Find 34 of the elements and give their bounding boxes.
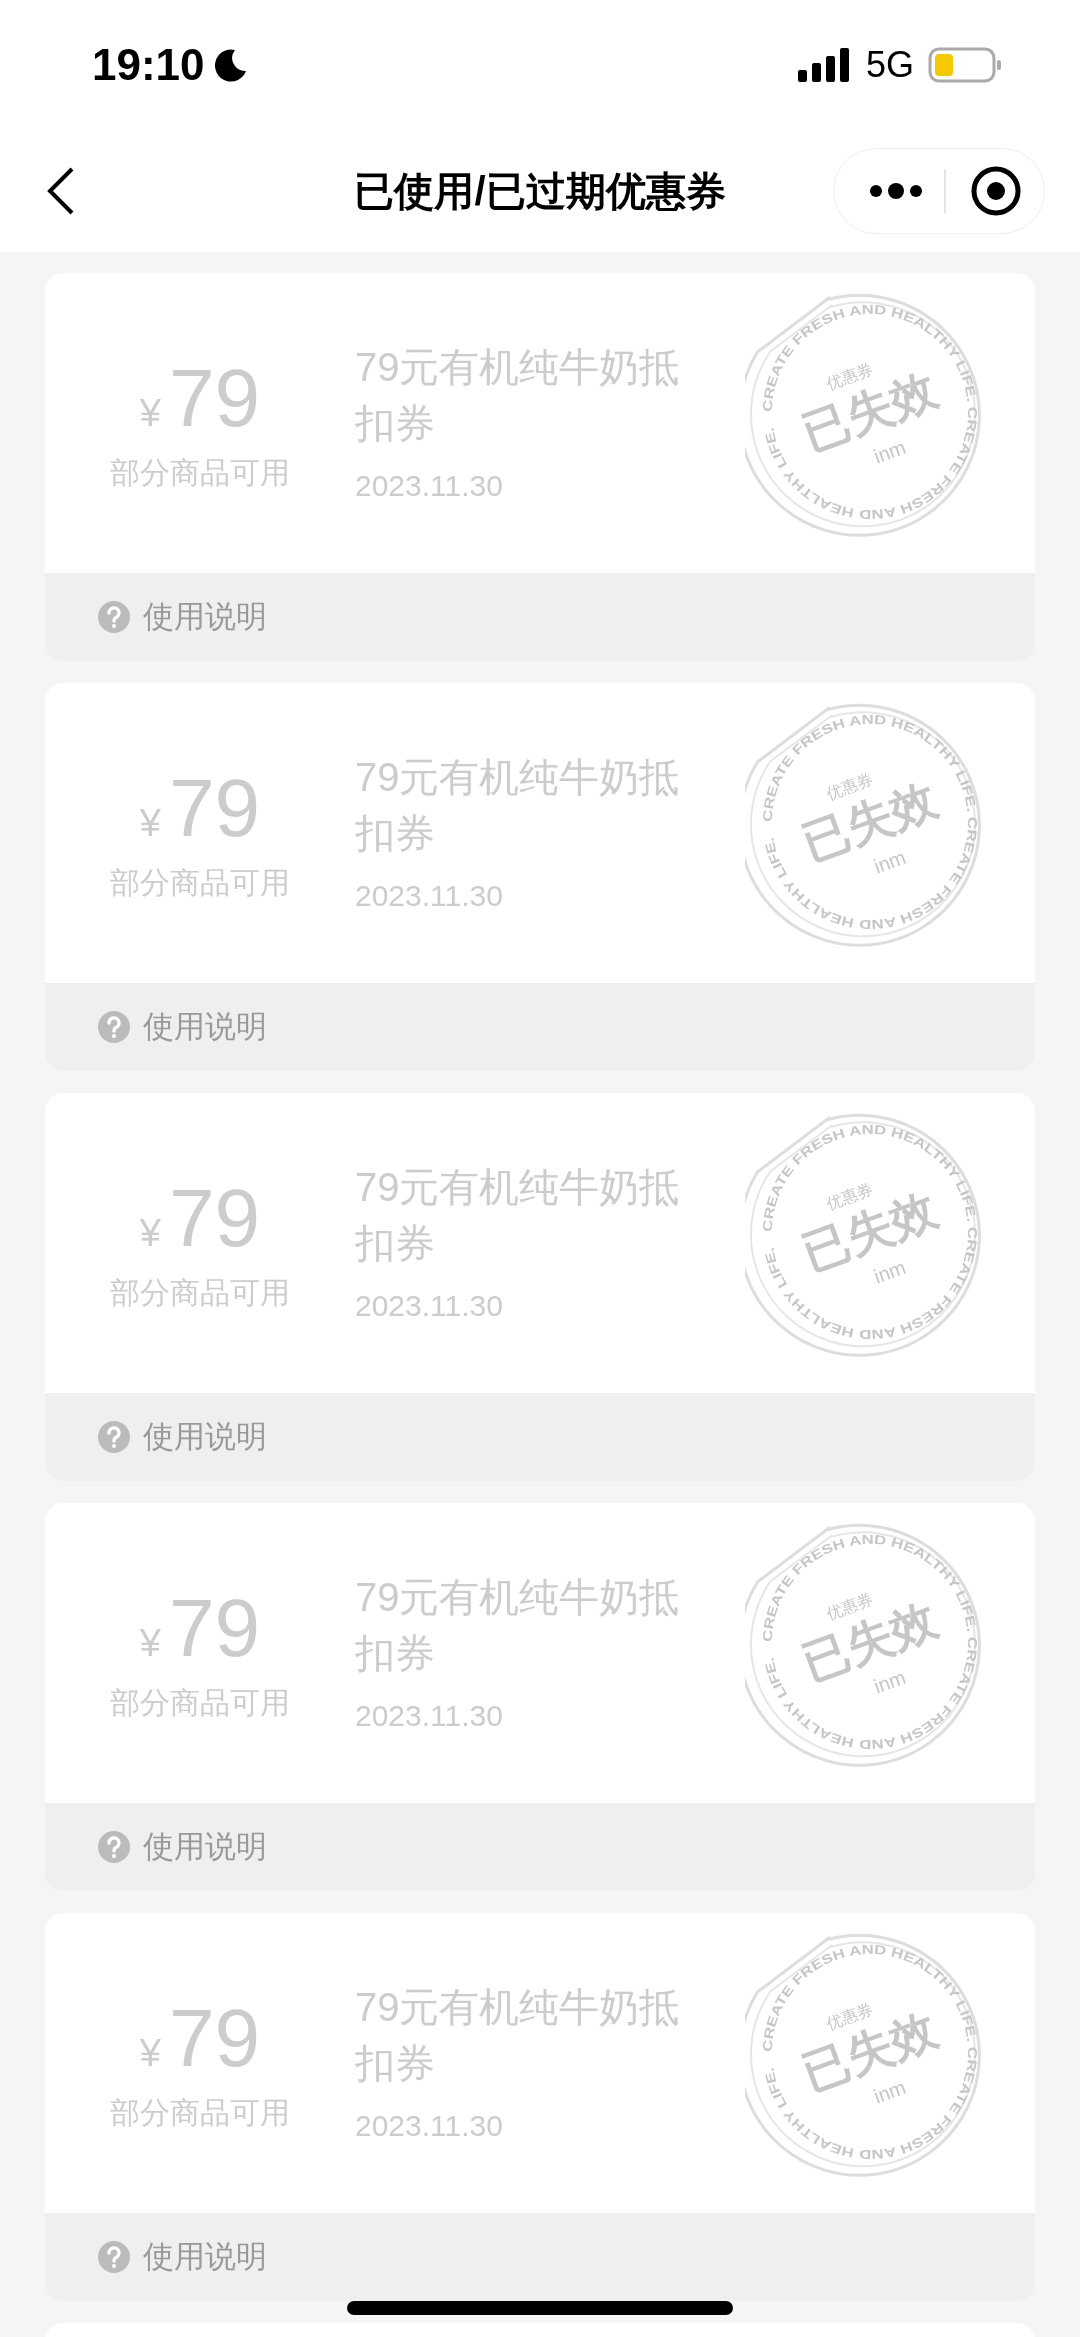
network-type: 5G <box>865 43 914 87</box>
currency-symbol: ¥ <box>139 1621 161 1666</box>
usage-footer[interactable]: 使用说明 <box>45 573 1035 661</box>
status-time: 19:10 <box>92 39 205 91</box>
back-icon[interactable] <box>46 166 76 216</box>
usage-instructions: 使用说明 <box>143 2237 267 2276</box>
help-icon <box>97 1010 131 1044</box>
close-target-icon[interactable] <box>970 165 1022 217</box>
usage-instructions: 使用说明 <box>143 597 267 636</box>
currency-symbol: ¥ <box>139 1211 161 1256</box>
help-icon <box>97 600 131 634</box>
signal-icon <box>797 48 852 82</box>
usage-footer[interactable]: 使用说明 <box>45 2213 1035 2301</box>
stamp-brand: inm <box>870 845 909 878</box>
usage-instructions: 使用说明 <box>143 1417 267 1456</box>
help-icon <box>97 1420 131 1454</box>
page-title: 已使用/已过期优惠券 <box>354 168 726 215</box>
stamp-brand: inm <box>870 435 909 468</box>
usage-footer[interactable]: 使用说明 <box>45 1393 1035 1481</box>
usage-instructions: 使用说明 <box>143 1827 267 1866</box>
more-icon[interactable] <box>868 181 924 201</box>
usage-footer[interactable]: 使用说明 <box>45 983 1035 1071</box>
moon-icon <box>212 47 249 83</box>
usage-footer[interactable]: 使用说明 <box>45 1803 1035 1891</box>
stamp-brand: inm <box>870 2075 909 2108</box>
currency-symbol: ¥ <box>139 391 161 436</box>
usage-instructions: 使用说明 <box>143 1007 267 1046</box>
battery-icon <box>928 47 1002 83</box>
stamp-brand: inm <box>870 1665 909 1698</box>
currency-symbol: ¥ <box>139 2031 161 2076</box>
currency-symbol: ¥ <box>139 801 161 846</box>
stamp-brand: inm <box>870 1255 909 1288</box>
help-icon <box>97 1830 131 1864</box>
help-icon <box>97 2240 131 2274</box>
